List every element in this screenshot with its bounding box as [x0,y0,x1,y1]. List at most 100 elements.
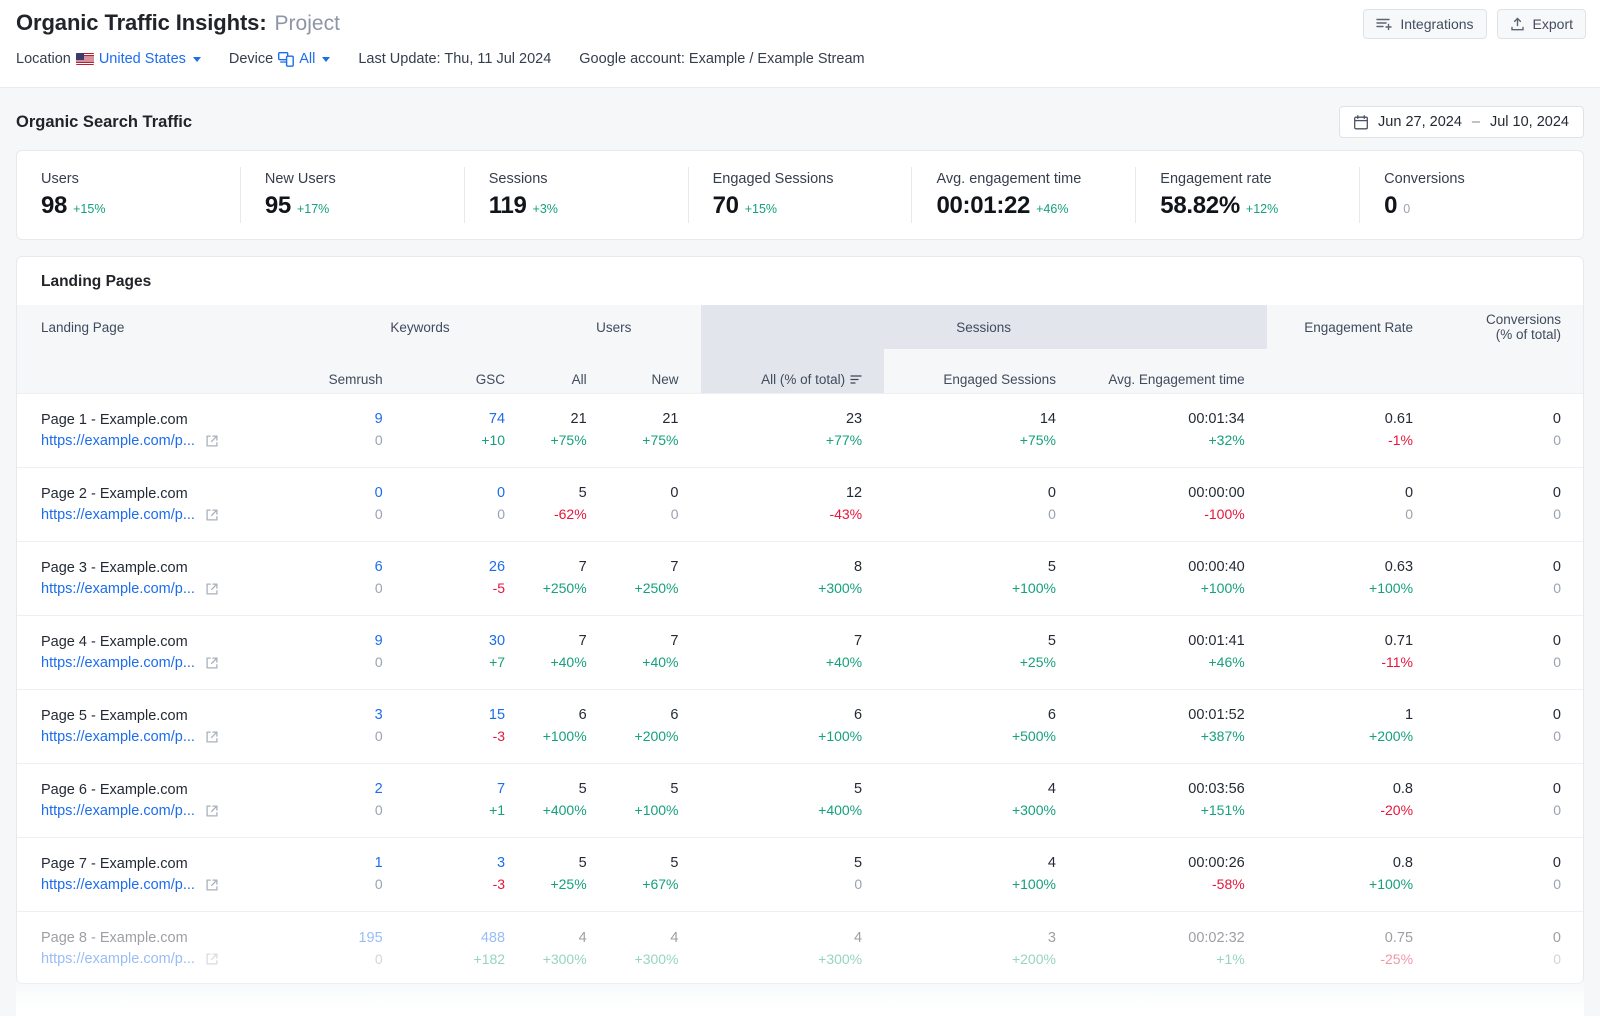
date-range-picker[interactable]: Jun 27, 2024 – Jul 10, 2024 [1339,106,1584,138]
kpi-engagement-rate: Engagement rate 58.82% +12% [1136,167,1361,223]
cell-users-new: 21 +75% [609,393,701,467]
subcol-avg-engagement-time[interactable]: Avg. Engagement time [1077,349,1267,393]
subcol-gsc[interactable]: GSC [404,349,528,393]
table-row[interactable]: Page 5 - Example.com https://example.com/… [17,689,1583,763]
cell-delta: 0 [1553,950,1561,967]
external-link-icon[interactable] [205,508,219,522]
cell-value: 9 [374,633,383,650]
cell-avg-time: 00:02:32 +1% [1078,911,1267,983]
landing-page-url[interactable]: https://example.com/p... [41,581,195,597]
integrations-button[interactable]: Integrations [1363,9,1487,39]
cell-value: 5 [670,855,679,872]
landing-page-url[interactable]: https://example.com/p... [41,433,195,449]
landing-page-url[interactable]: https://example.com/p... [41,877,195,893]
table-row[interactable]: Page 1 - Example.com https://example.com/… [17,393,1583,467]
cell-value: 0 [1552,559,1561,576]
cell-sessions-all: 5 +400% [701,763,885,837]
table-row[interactable]: Page 6 - Example.com https://example.com/… [17,763,1583,837]
cell-value: 0 [1404,485,1414,502]
cell-value: 3 [1047,929,1056,946]
cell-value: 0.63 [1384,559,1414,576]
landing-page-url[interactable]: https://example.com/p... [41,507,195,523]
device-value[interactable]: All [299,51,315,67]
subcol-engaged-sessions[interactable]: Engaged Sessions [884,349,1078,393]
landing-page-url[interactable]: https://example.com/p... [41,655,195,671]
cell-value: 5 [854,855,863,872]
export-button[interactable]: Export [1496,9,1586,39]
cell-value: 195 [358,929,383,946]
landing-page-cell: Page 1 - Example.com https://example.com/… [17,393,313,467]
table-row[interactable]: Page 7 - Example.com https://example.com/… [17,837,1583,911]
external-link-icon[interactable] [205,878,219,892]
cell-delta: +100% [1369,580,1414,597]
cell-delta: +1 [489,802,506,819]
table-row[interactable]: Page 3 - Example.com https://example.com/… [17,541,1583,615]
cell-value: 5 [578,781,587,798]
col-engagement-rate[interactable]: Engagement Rate [1266,305,1436,349]
cell-value: 6 [670,707,679,724]
cell-engaged: 5 +100% [884,541,1078,615]
cell-gsc: 74 +10 [405,393,527,467]
cell-delta: +77% [825,432,863,449]
landing-page-name: Page 6 - Example.com [41,781,188,798]
cell-delta: +100% [1011,580,1056,597]
cell-users-new: 4 +300% [609,911,701,983]
table-row[interactable]: Page 8 - Example.com https://example.com/… [17,911,1583,983]
landing-page-name: Page 5 - Example.com [41,707,188,724]
kpi-value: 70 +15% [713,192,912,220]
cell-gsc: 15 -3 [405,689,527,763]
cell-delta: +151% [1200,802,1245,819]
col-conversions[interactable]: Conversions (% of total) [1435,305,1583,349]
cell-delta: -3 [492,728,506,745]
cell-delta: 0 [1553,876,1561,893]
kpi-label: Users [41,170,79,187]
external-link-icon[interactable] [205,434,219,448]
kpi-value: 98 +15% [41,192,240,220]
cell-delta: 0 [1553,654,1561,671]
table-row[interactable]: Page 2 - Example.com https://example.com/… [17,467,1583,541]
landing-page-cell: Page 4 - Example.com https://example.com/… [17,615,313,689]
kpi-number: 95 [264,191,291,219]
location-filter[interactable]: Location United States [16,51,201,67]
cell-delta: +100% [634,802,679,819]
landing-page-url[interactable]: https://example.com/p... [41,729,195,745]
landing-page-cell: Page 6 - Example.com https://example.com/… [17,763,313,837]
cell-users-all: 5 +25% [527,837,609,911]
subcol-users-new[interactable]: New [608,349,701,393]
col-landing-page[interactable]: Landing Page [17,305,313,349]
external-link-icon[interactable] [205,804,219,818]
subcol-semrush[interactable]: Semrush [312,349,405,393]
external-link-icon[interactable] [205,952,219,966]
kpi-sessions: Sessions 119 +3% [465,167,689,223]
subcol-users-all[interactable]: All [527,349,609,393]
cell-delta: +75% [1019,432,1056,449]
chevron-down-icon [192,56,201,62]
kpi-value: 119 +3% [489,192,688,220]
cell-delta: 0 [670,506,679,523]
external-link-icon[interactable] [205,582,219,596]
cell-delta: -25% [1380,950,1414,967]
external-link-icon[interactable] [205,656,219,670]
cell-delta: 0 [1553,802,1561,819]
kpi-conversions: Conversions 0 0 [1360,167,1583,223]
subcol-sessions-all[interactable]: All (% of total) [700,349,885,393]
cell-delta: 0 [374,580,383,597]
table-row[interactable]: Page 4 - Example.com https://example.com/… [17,615,1583,689]
landing-page-url[interactable]: https://example.com/p... [41,951,195,967]
cell-value: 5 [1047,559,1056,576]
location-value[interactable]: United States [99,51,186,67]
cell-conversions: 00 [1435,467,1583,541]
cell-conversions: 00 [1435,837,1583,911]
export-label: Export [1532,16,1573,32]
external-link-icon[interactable] [205,730,219,744]
cell-value: 7 [670,559,679,576]
cell-value: 0 [1552,411,1561,428]
cell-gsc: 488 +182 [405,911,527,983]
cell-delta: -62% [553,506,587,523]
header-meta-row: Location United States Device All Last U… [16,44,1584,74]
landing-page-url[interactable]: https://example.com/p... [41,803,195,819]
kpi-label: Sessions [488,170,548,187]
device-filter[interactable]: Device All [229,51,331,67]
integrations-label: Integrations [1400,16,1474,32]
cell-value: 0 [1552,485,1561,502]
